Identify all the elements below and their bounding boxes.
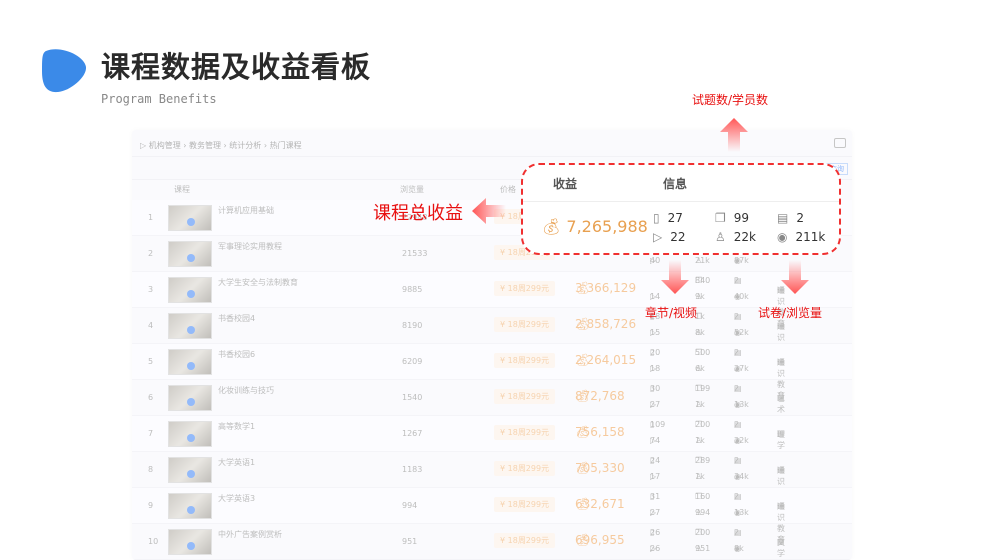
course-name[interactable]: 大学生安全与法制教育: [218, 277, 298, 288]
course-name[interactable]: 高等数学1: [218, 421, 255, 432]
table-row[interactable]: 5 书香校园6 6209 ¥ 18周299元 💰︎ 2,264,015 ▯ 20 ▷ 18 ❐…: [132, 344, 852, 400]
annotation-papers-views: 试卷/浏览量: [758, 306, 823, 320]
row-rank: 10: [148, 537, 159, 546]
price-badge: ¥ 18周299元: [494, 389, 556, 404]
row-views: 21533: [402, 249, 428, 258]
arrow-down-icon: [661, 260, 689, 294]
course-name[interactable]: 计算机应用基础: [218, 205, 274, 216]
row-views: 1183: [402, 465, 423, 474]
revenue-header: 收益: [553, 177, 578, 191]
students-count: 22k: [733, 230, 756, 244]
row-rank: 1: [148, 213, 154, 222]
row-rank: 6: [148, 393, 154, 402]
money-bag-icon: 💰︎: [541, 217, 562, 236]
total-revenue: 💰︎ 7,265,988: [541, 217, 648, 236]
questions-count: 99: [733, 211, 750, 225]
pageviews-count: 211k: [795, 230, 826, 244]
row-rank: 5: [148, 357, 154, 366]
annotation-chapters-videos: 章节/视频: [645, 306, 698, 320]
course-thumbnail[interactable]: [168, 493, 212, 519]
price-badge: ¥ 18周299元: [494, 317, 556, 332]
row-rank: 3: [148, 285, 154, 294]
annotation-total-revenue: 课程总收益: [373, 203, 463, 224]
course-thumbnail[interactable]: [168, 529, 212, 555]
course-name[interactable]: 中外广告案例赏析: [218, 529, 282, 540]
course-thumbnail[interactable]: [168, 277, 212, 303]
course-thumbnail[interactable]: [168, 457, 212, 483]
page-title: 课程数据及收益看板: [101, 50, 372, 84]
printer-icon[interactable]: [834, 138, 846, 148]
annotation-questions-students: 试题数/学员数: [692, 93, 769, 107]
row-views: 951: [402, 537, 418, 546]
papers-count: 2: [796, 211, 804, 225]
course-name[interactable]: 军事理论实用教程: [218, 241, 282, 252]
course-name[interactable]: 大学英语1: [218, 457, 255, 468]
course-thumbnail[interactable]: [168, 385, 212, 411]
course-thumbnail[interactable]: [168, 421, 212, 447]
videos-count: 22: [670, 230, 686, 244]
table-row[interactable]: 4 书香校园4 8190 ¥ 18周299元 💰︎ 2,858,726 ▯ 18 ▷ 15 ❐…: [132, 308, 852, 364]
course-name[interactable]: 书香校园6: [218, 349, 255, 360]
row-rank: 4: [148, 321, 154, 330]
eye-icon: ◉: [777, 230, 788, 244]
table-row[interactable]: 8 大学英语1 1183 ¥ 18周299元 💰︎ 705,330 ▯ 24 ▷ 17 ❐ 2…: [132, 452, 852, 508]
row-rank: 9: [148, 501, 154, 510]
highlighted-row-card: 收益 信息 💰︎ 7,265,988 ▯ 27 ▷ 22 ❐ 99 ♙ 22k ▤ 2 ◉…: [521, 163, 841, 255]
arrow-left-icon: [472, 198, 506, 224]
price-badge: ¥ 18周299元: [494, 425, 556, 440]
course-name[interactable]: 化妆训练与技巧: [218, 385, 274, 396]
arrow-down-icon: [781, 260, 809, 294]
breadcrumb-item[interactable]: 机构管理: [149, 141, 181, 150]
course-name[interactable]: 书香校园4: [218, 313, 255, 324]
price-badge: ¥ 18周299元: [494, 533, 556, 548]
breadcrumb-item[interactable]: 统计分析: [229, 141, 261, 150]
row-views: 6209: [402, 357, 423, 366]
page-subtitle: Program Benefits: [101, 92, 217, 106]
questions-icon: ❐: [715, 211, 726, 225]
logo-icon: [42, 49, 87, 93]
price-badge: ¥ 18周299元: [494, 281, 556, 296]
course-thumbnail[interactable]: [168, 349, 212, 375]
table-row[interactable]: 10 中外广告案例赏析 951 ¥ 18周299元 💰︎ 696,955 ▯ 26 ▷ 26…: [132, 524, 852, 560]
breadcrumb-item[interactable]: 教务管理: [189, 141, 221, 150]
table-row[interactable]: 3 大学生安全与法制教育 9885 ¥ 18周299元 💰︎ 3,366,129 ▷ 14…: [132, 272, 852, 328]
row-views: 8190: [402, 321, 423, 330]
row-views: 9885: [402, 285, 423, 294]
row-rank: 8: [148, 465, 154, 474]
course-thumbnail[interactable]: [168, 313, 212, 339]
row-views: 1267: [402, 429, 423, 438]
price-badge: ¥ 18周299元: [494, 497, 556, 512]
row-views: 1540: [402, 393, 423, 402]
breadcrumb-item[interactable]: 热门课程: [270, 141, 302, 150]
row-views: 994: [402, 501, 418, 510]
video-icon: ▷: [653, 230, 663, 244]
paper-icon: ▤: [777, 211, 789, 225]
price-badge: ¥ 18周299元: [494, 353, 556, 368]
chapter-icon: ▯: [653, 211, 660, 225]
row-rank: 2: [148, 249, 154, 258]
course-thumbnail[interactable]: [168, 205, 212, 231]
info-header: 信息: [663, 177, 688, 191]
table-row[interactable]: 7 高等数学1 1267 ¥ 18周299元 💰︎ 756,158 ▯ 109 ▷ 74 ❐ …: [132, 416, 852, 452]
header-course: 课程: [174, 185, 190, 194]
breadcrumb: ▷ 机构管理 › 教务管理 › 统计分析 › 热门课程: [140, 141, 302, 150]
user-icon: ♙: [715, 230, 726, 244]
row-rank: 7: [148, 429, 154, 438]
course-thumbnail[interactable]: [168, 241, 212, 267]
chapters-count: 27: [667, 211, 683, 225]
table-row[interactable]: 6 化妆训练与技巧 1540 ¥ 18周299元 💰︎ 872,768 ▯ 30 ▷ 27 ❐…: [132, 380, 852, 425]
table-row[interactable]: 9 大学英语3 994 ¥ 18周299元 💰︎ 632,671 ▯ 31 ▷ 27 ❐ 16…: [132, 488, 852, 544]
header-views[interactable]: 浏览量: [400, 184, 424, 195]
course-name[interactable]: 大学英语3: [218, 493, 255, 504]
header-price[interactable]: 价格: [500, 184, 516, 195]
price-badge: ¥ 18周299元: [494, 461, 556, 476]
arrow-up-icon: [720, 118, 748, 152]
